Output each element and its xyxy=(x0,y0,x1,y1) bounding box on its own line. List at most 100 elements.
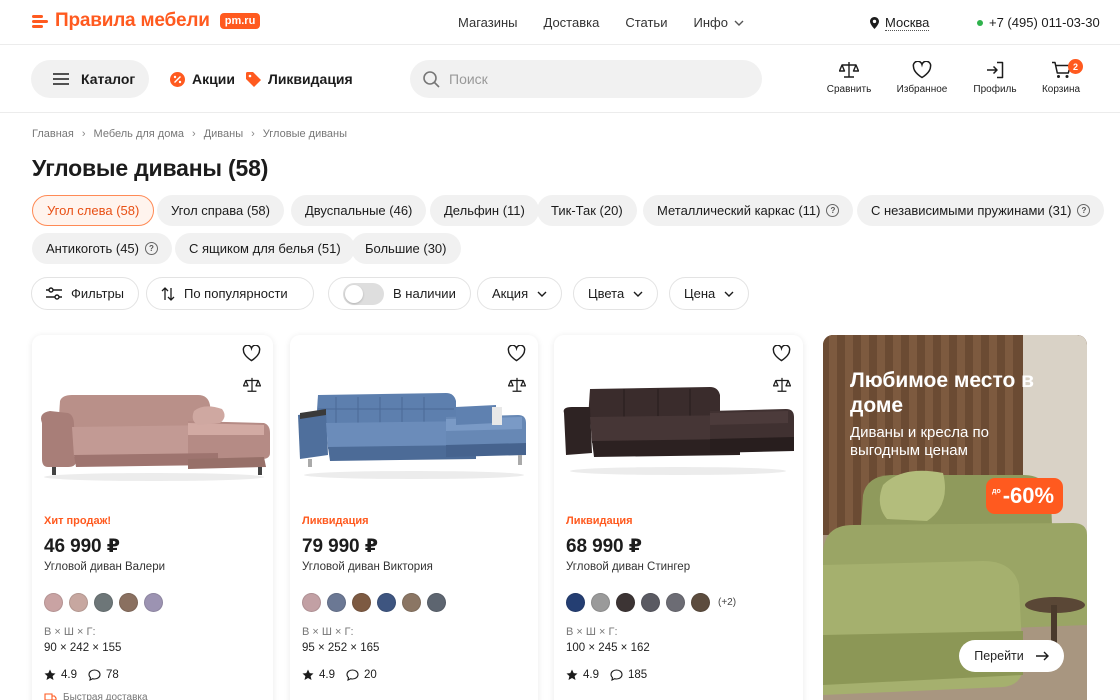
percent-icon xyxy=(170,71,185,87)
product-card[interactable]: Ликвидация 79 990 ₽ Угловой диван Виктор… xyxy=(290,335,538,700)
product-card[interactable]: Ликвидация 68 990 ₽ Угловой диван Стинге… xyxy=(554,335,803,700)
more-colors-count[interactable]: (+2) xyxy=(718,597,736,608)
chip-independent-springs[interactable]: С независимыми пружинами (31) ? xyxy=(857,195,1105,226)
chip-storage-box[interactable]: С ящиком для белья (51) xyxy=(175,233,355,264)
chip-label: Металлический каркас (11) xyxy=(657,203,821,218)
color-swatch[interactable] xyxy=(691,593,710,612)
price-filter-dropdown[interactable]: Цена xyxy=(669,277,750,310)
cart-button[interactable]: 2 Корзина xyxy=(1028,59,1094,95)
color-swatch[interactable] xyxy=(352,593,371,612)
dimensions-value: 90 × 242 × 155 xyxy=(44,642,122,654)
heart-icon xyxy=(912,61,932,79)
color-swatch[interactable] xyxy=(302,593,321,612)
colors-filter-dropdown[interactable]: Цвета xyxy=(573,277,659,310)
search-icon xyxy=(423,70,440,88)
color-swatch[interactable] xyxy=(427,593,446,612)
sort-icon xyxy=(161,286,175,301)
nav-link-stores[interactable]: Магазины xyxy=(458,15,518,30)
rating-value: 4.9 xyxy=(61,669,77,681)
filters-label: Фильтры xyxy=(71,286,125,301)
color-swatch[interactable] xyxy=(144,593,163,612)
color-swatch[interactable] xyxy=(69,593,88,612)
color-swatch[interactable] xyxy=(616,593,635,612)
color-swatch[interactable] xyxy=(119,593,138,612)
phone-number: +7 (495) 011-03-30 xyxy=(989,15,1100,30)
color-swatch[interactable] xyxy=(94,593,113,612)
product-name[interactable]: Угловой диван Стингер xyxy=(566,561,690,573)
in-stock-label: В наличии xyxy=(393,286,456,301)
discount-prefix: до xyxy=(992,488,1001,495)
heart-icon[interactable] xyxy=(242,345,261,362)
color-swatch[interactable] xyxy=(641,593,660,612)
reviews-count[interactable]: 185 xyxy=(628,669,647,681)
color-swatch[interactable] xyxy=(44,593,63,612)
sofa-image[interactable] xyxy=(296,383,532,483)
color-swatch[interactable] xyxy=(591,593,610,612)
chip-tick-tack[interactable]: Тик-Так (20) xyxy=(537,195,637,226)
clearance-link[interactable]: Ликвидация xyxy=(246,71,353,87)
toggle-switch[interactable] xyxy=(343,282,384,305)
catalog-label: Каталог xyxy=(81,71,136,87)
breadcrumb-home[interactable]: Главная xyxy=(32,128,74,140)
product-name[interactable]: Угловой диван Виктория xyxy=(302,561,433,573)
phone-link[interactable]: +7 (495) 011-03-30 xyxy=(977,15,1100,30)
profile-button[interactable]: Профиль xyxy=(962,61,1028,95)
info-icon[interactable]: ? xyxy=(1077,204,1091,217)
chip-dolphin[interactable]: Дельфин (11) xyxy=(430,195,539,226)
heart-icon[interactable] xyxy=(772,345,791,362)
reviews-count[interactable]: 20 xyxy=(364,669,377,681)
chip-large[interactable]: Большие (30) xyxy=(351,233,461,264)
in-stock-toggle[interactable]: В наличии xyxy=(328,277,471,310)
info-icon[interactable]: ? xyxy=(826,204,840,217)
breadcrumb-home-furniture[interactable]: Мебель для дома xyxy=(94,128,184,140)
search-box xyxy=(410,60,762,98)
color-swatch[interactable] xyxy=(566,593,585,612)
chip-right-corner[interactable]: Угол справа (58) xyxy=(157,195,284,226)
main-header: Каталог Акции Ликвидация Сравнить Избран… xyxy=(0,45,1120,113)
product-card[interactable]: Хит продаж! 46 990 ₽ Угловой диван Валер… xyxy=(32,335,273,700)
banner-go-button[interactable]: Перейти xyxy=(959,640,1064,672)
favorites-button[interactable]: Избранное xyxy=(889,61,955,95)
chip-metal-frame[interactable]: Металлический каркас (11) ? xyxy=(643,195,854,226)
nav-link-info-label: Инфо xyxy=(693,15,728,30)
site-logo[interactable]: Правила мебели pm.ru xyxy=(32,10,261,32)
heart-icon[interactable] xyxy=(507,345,526,362)
product-name[interactable]: Угловой диван Валери xyxy=(44,561,165,573)
sliders-icon xyxy=(46,287,62,300)
chip-left-corner[interactable]: Угол слева (58) xyxy=(32,195,155,226)
sofa-image[interactable] xyxy=(560,383,796,483)
color-swatches xyxy=(302,593,446,612)
catalog-button[interactable]: Каталог xyxy=(31,60,149,98)
chip-label: Большие (30) xyxy=(365,241,447,256)
color-swatch[interactable] xyxy=(327,593,346,612)
promo-banner[interactable]: Любимое место в доме Диваны и кресла по … xyxy=(823,335,1087,700)
breadcrumb-sofas[interactable]: Диваны xyxy=(204,128,243,140)
sort-dropdown[interactable]: По популярности xyxy=(146,277,314,310)
sofa-image[interactable] xyxy=(38,383,270,483)
color-swatch[interactable] xyxy=(377,593,396,612)
reviews-count[interactable]: 78 xyxy=(106,669,119,681)
color-swatch[interactable] xyxy=(402,593,421,612)
nav-link-info[interactable]: Инфо xyxy=(693,15,744,30)
search-input[interactable] xyxy=(449,71,739,87)
info-icon[interactable]: ? xyxy=(145,242,158,255)
promo-link[interactable]: Акции xyxy=(170,71,235,87)
online-status-dot xyxy=(977,19,983,26)
chip-anti-claw[interactable]: Антикоготь (45) ? xyxy=(32,233,172,264)
chip-double[interactable]: Двуспальные (46) xyxy=(291,195,427,226)
filters-button[interactable]: Фильтры xyxy=(31,277,140,310)
chevron-down-icon xyxy=(537,291,547,297)
city-selector[interactable]: Москва xyxy=(870,15,930,31)
top-bar: Правила мебели pm.ru Магазины Доставка С… xyxy=(0,0,1120,45)
star-icon xyxy=(44,669,56,680)
compare-button[interactable]: Сравнить xyxy=(816,61,882,95)
color-swatch[interactable] xyxy=(666,593,685,612)
nav-link-articles[interactable]: Статьи xyxy=(625,15,667,30)
login-icon xyxy=(987,61,1004,79)
chip-label: С ящиком для белья (51) xyxy=(189,241,341,256)
cart-label: Корзина xyxy=(1041,84,1081,95)
promo-filter-dropdown[interactable]: Акция xyxy=(477,277,563,310)
chip-label: Антикоготь (45) xyxy=(46,241,139,256)
nav-link-delivery[interactable]: Доставка xyxy=(544,15,600,30)
banner-subtitle: Диваны и кресла по выгодным ценам xyxy=(850,424,989,459)
